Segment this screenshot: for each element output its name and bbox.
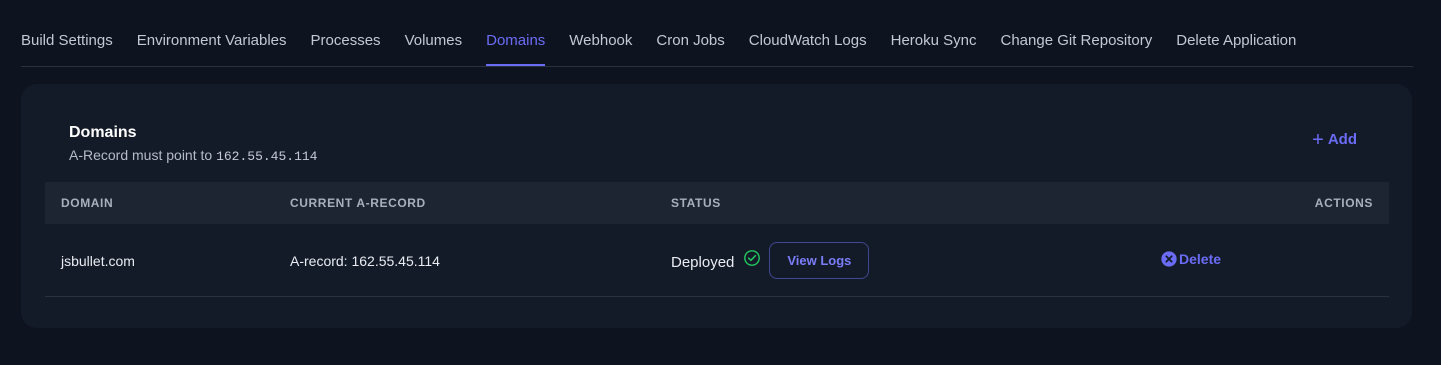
card-title: Domains [69, 124, 137, 141]
domain-cell: jsbullet.com [61, 253, 135, 269]
tab-change-git-repository[interactable]: Change Git Repository [1001, 32, 1153, 66]
settings-tabs: Build Settings Environment Variables Pro… [21, 0, 1413, 67]
delete-domain-button[interactable]: Delete [1160, 250, 1221, 268]
tab-heroku-sync[interactable]: Heroku Sync [891, 32, 977, 66]
x-circle-icon [1161, 251, 1177, 267]
tab-volumes[interactable]: Volumes [405, 32, 463, 66]
target-ip: 162.55.45.114 [216, 149, 318, 164]
tab-environment-variables[interactable]: Environment Variables [137, 32, 287, 66]
status-cell: Deployed View Logs [671, 242, 870, 279]
tab-delete-application[interactable]: Delete Application [1176, 32, 1296, 66]
a-record-cell: A-record: 162.55.45.114 [290, 253, 440, 269]
add-label: Add [1327, 131, 1357, 148]
tab-domains[interactable]: Domains [486, 32, 546, 66]
tab-cron-jobs[interactable]: Cron Jobs [656, 32, 724, 66]
header-actions: ACTIONS [1314, 196, 1373, 210]
tab-build-settings[interactable]: Build Settings [21, 32, 113, 66]
tab-webhook[interactable]: Webhook [569, 32, 632, 66]
table-row: jsbullet.com A-record: 162.55.45.114 Dep… [45, 224, 1389, 297]
delete-label: Delete [1179, 251, 1222, 267]
card-subtitle: A-Record must point to 162.55.45.114 [69, 147, 317, 164]
check-circle-icon [744, 249, 761, 266]
header-status: STATUS [671, 196, 721, 210]
plus-icon: + [1312, 128, 1324, 151]
status-text: Deployed [671, 254, 735, 271]
table-header: DOMAIN CURRENT A-RECORD STATUS ACTIONS [45, 182, 1389, 224]
header-domain: DOMAIN [61, 196, 114, 210]
tab-processes[interactable]: Processes [311, 32, 381, 66]
subtitle-text: A-Record must point to [69, 147, 213, 163]
view-logs-button[interactable]: View Logs [769, 242, 870, 279]
header-current-a-record: CURRENT A-RECORD [290, 196, 426, 210]
add-domain-button[interactable]: + Add [1312, 128, 1357, 151]
domains-card: Domains A-Record must point to 162.55.45… [21, 84, 1412, 328]
tab-cloudwatch-logs[interactable]: CloudWatch Logs [749, 32, 867, 66]
